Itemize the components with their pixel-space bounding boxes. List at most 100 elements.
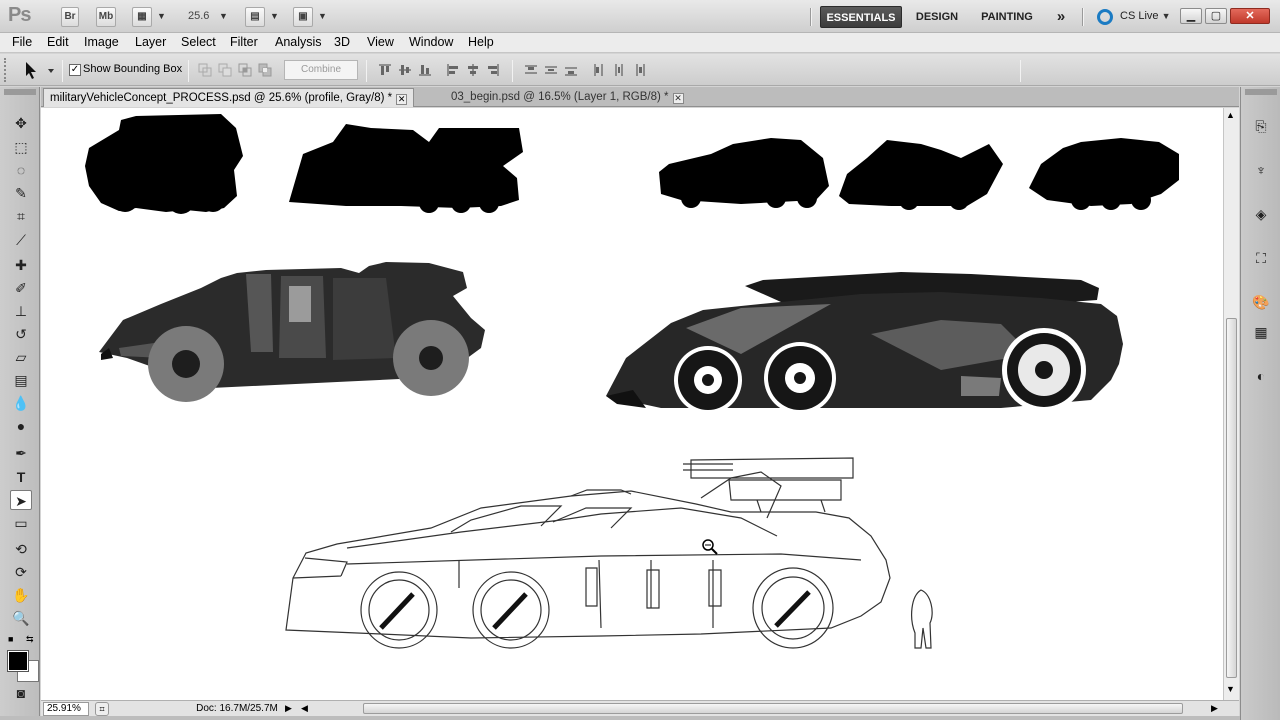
layers-panel-icon[interactable]: ◈ (1250, 203, 1272, 225)
scroll-down-icon[interactable]: ▼ (1226, 684, 1235, 694)
blur-icon[interactable]: 💧 (10, 393, 32, 413)
workspace-essentials[interactable]: ESSENTIALS (820, 6, 902, 28)
align-bottom-edges-icon[interactable] (418, 63, 432, 77)
workspace-design[interactable]: DESIGN (910, 6, 964, 28)
brush-presets-icon[interactable]: ♆ (1250, 159, 1272, 181)
bridge-button[interactable]: Br (61, 7, 79, 27)
quick-selection-icon[interactable]: ✎ (10, 183, 32, 203)
rectangular-marquee-icon[interactable]: ⬚ (10, 137, 32, 157)
spot-healing-icon[interactable]: ✚ (10, 255, 32, 275)
tab-military-vehicle-concept[interactable]: militaryVehicleConcept_PROCESS.psd @ 25.… (43, 88, 415, 107)
menu-file[interactable]: File (12, 35, 32, 49)
align-top-edges-icon[interactable] (378, 63, 392, 77)
scroll-right-icon[interactable]: ▶ (1211, 703, 1218, 714)
gradient-icon[interactable]: ▤ (10, 370, 32, 390)
maximize-button[interactable]: ▢ (1205, 8, 1227, 24)
menu-filter[interactable]: Filter (230, 35, 258, 49)
distribute-top-edges-icon[interactable] (524, 63, 538, 77)
align-left-edges-icon[interactable] (446, 63, 460, 77)
arrange-documents-button[interactable]: ▤ (245, 7, 265, 27)
3d-orbit-icon[interactable]: ⟳ (10, 562, 32, 582)
eyedropper-icon[interactable]: ⟋ (10, 230, 32, 250)
type-icon[interactable]: T (10, 467, 32, 487)
minimize-button[interactable]: ▁ (1180, 8, 1202, 24)
tool-preset-picker[interactable] (20, 59, 60, 81)
swap-colors-icon[interactable]: ⇆ (26, 634, 34, 645)
move-tool-icon[interactable]: ✥ (10, 113, 32, 133)
vertical-scrollbar[interactable]: ▲ ▼ (1223, 108, 1239, 700)
panel-header[interactable] (4, 89, 36, 95)
tab-03-begin[interactable]: 03_begin.psd @ 16.5% (Layer 1, RGB/8) * ✕ (445, 88, 690, 107)
history-panel-icon[interactable]: ⎘ (1250, 115, 1272, 137)
lasso-icon[interactable]: ◌ (10, 160, 32, 180)
menu-window[interactable]: Window (409, 35, 453, 49)
chevron-down-icon[interactable]: ▼ (219, 11, 228, 21)
subtract-shape-area-icon[interactable] (218, 63, 232, 77)
scroll-left-icon[interactable]: ◀ (301, 703, 308, 714)
foreground-color-swatch[interactable] (7, 650, 29, 672)
distribute-left-edges-icon[interactable] (592, 63, 606, 77)
view-extras-button[interactable]: ▦ (132, 7, 152, 27)
vertical-scroll-thumb[interactable] (1226, 318, 1237, 678)
intersect-shape-area-icon[interactable] (238, 63, 252, 77)
transform-panel-icon[interactable]: ⛶ (1250, 247, 1272, 269)
3d-rotate-icon[interactable]: ⟲ (10, 539, 32, 559)
exclude-shape-area-icon[interactable] (258, 63, 272, 77)
menu-layer[interactable]: Layer (135, 35, 166, 49)
align-horizontal-centers-icon[interactable] (466, 63, 480, 77)
add-shape-area-icon[interactable] (198, 63, 212, 77)
status-menu-arrow-icon[interactable]: ▶ (285, 703, 292, 714)
show-bounding-box-checkbox[interactable]: ✓ (69, 64, 81, 76)
distribute-bottom-edges-icon[interactable] (564, 63, 578, 77)
options-bar-grip[interactable] (4, 58, 12, 82)
screen-mode-button[interactable]: ▣ (293, 7, 313, 27)
close-tab-icon[interactable]: ✕ (396, 94, 408, 105)
zoom-percentage-field[interactable]: 25.91% (43, 702, 89, 716)
eraser-icon[interactable]: ▱ (10, 347, 32, 367)
zoom-level-field[interactable]: 25.6 (188, 10, 209, 22)
chevron-down-icon[interactable]: ▼ (318, 11, 327, 21)
workspace-painting[interactable]: PAINTING (974, 6, 1040, 28)
menu-image[interactable]: Image (84, 35, 119, 49)
more-workspaces-icon[interactable]: » (1050, 6, 1072, 28)
quick-mask-icon[interactable]: ◙ (10, 683, 32, 703)
dodge-icon[interactable]: ● (10, 416, 32, 436)
crop-icon[interactable]: ⌗ (10, 206, 32, 226)
menu-help[interactable]: Help (468, 35, 494, 49)
close-button[interactable]: ✕ (1230, 8, 1270, 24)
pen-icon[interactable]: ✒ (10, 443, 32, 463)
distribute-right-edges-icon[interactable] (632, 63, 646, 77)
align-vertical-centers-icon[interactable] (398, 63, 412, 77)
menu-view[interactable]: View (367, 35, 394, 49)
swatches-panel-icon[interactable]: ▦ (1250, 321, 1272, 343)
brush-icon[interactable]: ✐ (10, 278, 32, 298)
chevron-down-icon[interactable]: ▼ (270, 11, 279, 21)
cs-live-button[interactable]: CS Live ▼ (1120, 10, 1171, 22)
rectangle-shape-icon[interactable]: ▭ (10, 513, 32, 533)
history-brush-icon[interactable]: ↺ (10, 324, 32, 344)
distribute-horizontal-centers-icon[interactable] (612, 63, 626, 77)
divider (810, 8, 812, 26)
horizontal-scroll-thumb[interactable] (363, 703, 1183, 714)
color-palette-icon[interactable]: 🎨 (1250, 291, 1272, 313)
menu-analysis[interactable]: Analysis (275, 35, 322, 49)
combine-button[interactable]: Combine (284, 60, 358, 80)
panel-header[interactable] (1245, 89, 1277, 95)
hand-icon[interactable]: ✋ (10, 585, 32, 605)
mini-bridge-button[interactable]: Mb (96, 7, 116, 27)
document-canvas[interactable] (41, 108, 1223, 700)
close-tab-icon[interactable]: ✕ (672, 93, 684, 104)
distribute-vertical-centers-icon[interactable] (544, 63, 558, 77)
adjustments-panel-icon[interactable]: ◐ (1250, 365, 1272, 387)
menu-select[interactable]: Select (181, 35, 216, 49)
menu-3d[interactable]: 3D (334, 35, 350, 49)
chevron-down-icon[interactable]: ▼ (157, 11, 166, 21)
default-colors-icon[interactable]: ■ (8, 634, 13, 644)
menu-edit[interactable]: Edit (47, 35, 69, 49)
align-right-edges-icon[interactable] (486, 63, 500, 77)
zoom-icon[interactable]: 🔍 (10, 608, 32, 628)
scroll-up-icon[interactable]: ▲ (1226, 110, 1235, 120)
path-selection-icon[interactable]: ➤ (10, 490, 32, 510)
status-info-icon[interactable]: ⌗ (95, 702, 109, 716)
clone-stamp-icon[interactable]: ⊥ (10, 301, 32, 321)
